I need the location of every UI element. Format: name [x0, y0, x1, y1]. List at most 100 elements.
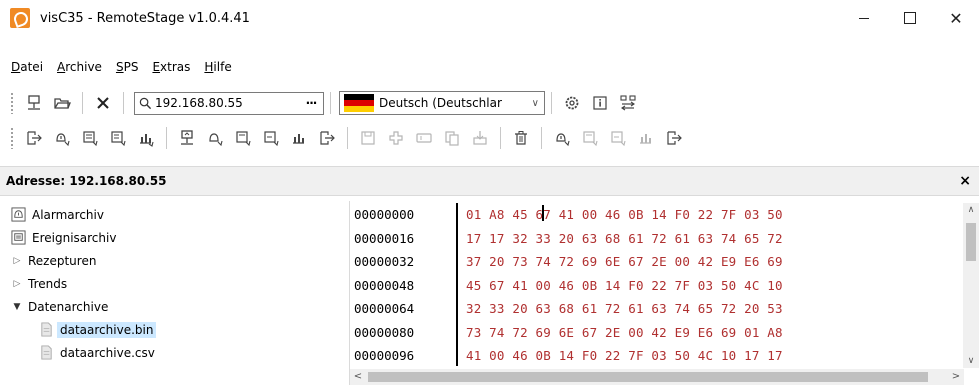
- toolbar-separator: [551, 92, 552, 114]
- tree-item-dataarchive-csv[interactable]: dataarchive.csv: [10, 341, 350, 364]
- event-export-icon[interactable]: [578, 126, 602, 150]
- settings-gear-icon[interactable]: [560, 91, 584, 115]
- maximize-button[interactable]: [887, 0, 933, 36]
- tree-item-datenarchive[interactable]: ▼ Datenarchive: [10, 295, 350, 318]
- hex-bytes[interactable]: 01 A8 45 67 41 00 46 0B 14 F0 22 7F 03 5…: [454, 207, 783, 222]
- hex-bytes[interactable]: 45 67 41 00 46 0B 14 F0 22 7F 03 50 4C 1…: [454, 278, 783, 293]
- address-input[interactable]: [155, 96, 285, 110]
- hex-bytes[interactable]: 17 17 32 33 20 63 68 61 72 61 63 74 65 7…: [454, 231, 783, 246]
- hex-row: 00000032 37 20 73 74 72 69 6E 67 2E 00 42…: [350, 250, 966, 274]
- export-all-icon[interactable]: [315, 126, 339, 150]
- alarm-download-icon[interactable]: [50, 126, 74, 150]
- scroll-left-icon[interactable]: <: [350, 369, 366, 385]
- toolbar-separator: [347, 127, 348, 149]
- title-bar[interactable]: visC35 - RemoteStage v1.0.4.41 ✕: [0, 0, 979, 36]
- alarm-upload-icon[interactable]: [203, 126, 227, 150]
- toolbar-grip[interactable]: [10, 127, 14, 149]
- tree-item-alarmarchiv[interactable]: Alarmarchiv: [10, 203, 350, 226]
- hex-row: 00000064 32 33 20 63 68 61 72 61 63 74 65…: [350, 297, 966, 321]
- tree-item-trends[interactable]: ▷ Trends: [10, 272, 350, 295]
- menu-sps[interactable]: SPS: [109, 60, 145, 74]
- archive-toolbar: [0, 122, 688, 154]
- menu-archive[interactable]: Archive: [50, 60, 109, 74]
- address-field[interactable]: ···: [134, 91, 324, 115]
- hex-row: 00000096 41 00 46 0B 14 F0 22 7F 03 50 4C…: [350, 344, 966, 368]
- trend-upload-icon[interactable]: [287, 126, 311, 150]
- tree-item-dataarchive-bin[interactable]: dataarchive.bin: [10, 318, 350, 341]
- close-button[interactable]: ✕: [933, 0, 979, 36]
- expand-arrow-icon[interactable]: ▷: [10, 279, 24, 289]
- file-icon: [38, 322, 54, 338]
- event-download-icon[interactable]: [78, 126, 102, 150]
- chevron-down-icon: ∨: [531, 97, 539, 109]
- alarm-archive-icon: [10, 207, 26, 223]
- scroll-up-icon[interactable]: ∧: [963, 205, 979, 215]
- hex-bytes[interactable]: 37 20 73 74 72 69 6E 67 2E 00 42 E9 E6 6…: [454, 254, 783, 269]
- hex-viewer[interactable]: 00000000 01 A8 45 67 41 00 46 0B 14 F0 22…: [349, 201, 979, 385]
- language-dropdown[interactable]: Deutsch (Deutschlar ∨: [339, 91, 545, 115]
- hex-row: 00000048 45 67 41 00 46 0B 14 F0 22 7F 03…: [350, 274, 966, 298]
- minimize-button[interactable]: [841, 0, 887, 36]
- event-upload-icon[interactable]: [231, 126, 255, 150]
- toolbar-grip[interactable]: [10, 92, 14, 114]
- hex-row: 00000000 01 A8 45 67 41 00 46 0B 14 F0 22…: [350, 203, 966, 227]
- scroll-down-icon[interactable]: ∨: [963, 356, 979, 366]
- recipe-download-icon[interactable]: [106, 126, 130, 150]
- close-panel-button[interactable]: ×: [959, 173, 971, 189]
- alarm-export-icon[interactable]: [550, 126, 574, 150]
- main-toolbar: ··· Deutsch (Deutschlar ∨: [0, 87, 642, 119]
- vertical-scroll-thumb[interactable]: [966, 223, 976, 261]
- hex-offset: 00000064: [354, 301, 415, 317]
- recipe-upload-icon[interactable]: [259, 126, 283, 150]
- toolbar-separator: [82, 92, 83, 114]
- add-icon[interactable]: [384, 126, 408, 150]
- hex-offset: 00000096: [354, 348, 415, 364]
- open-folder-icon[interactable]: [50, 91, 74, 115]
- language-value: Deutsch (Deutschlar: [379, 96, 502, 110]
- search-icon: [135, 97, 155, 110]
- toolbar-separator: [123, 92, 124, 114]
- menu-datei[interactable]: Datei: [4, 60, 50, 74]
- export-icon[interactable]: [22, 126, 46, 150]
- hex-offset: 00000000: [354, 207, 415, 223]
- hex-offset: 00000080: [354, 324, 415, 340]
- menu-bar: Datei Archive SPS Extras Hilfe: [0, 56, 979, 78]
- save-icon[interactable]: [356, 126, 380, 150]
- window-title: visC35 - RemoteStage v1.0.4.41: [40, 10, 250, 26]
- text-caret: [542, 205, 544, 221]
- file-icon: [38, 345, 54, 361]
- hex-bytes[interactable]: 32 33 20 63 68 61 72 61 63 74 65 72 20 5…: [454, 301, 783, 316]
- menu-hilfe[interactable]: Hilfe: [197, 60, 238, 74]
- network-transfer-icon[interactable]: [616, 91, 640, 115]
- scroll-right-icon[interactable]: >: [948, 369, 964, 385]
- recipe-export-icon[interactable]: [606, 126, 630, 150]
- tree-item-rezepturen[interactable]: ▷ Rezepturen: [10, 249, 350, 272]
- export-archive-icon[interactable]: [662, 126, 686, 150]
- hex-offset: 00000016: [354, 230, 415, 246]
- copy-icon[interactable]: [440, 126, 464, 150]
- vertical-scrollbar[interactable]: ∧ ∨: [963, 203, 979, 368]
- horizontal-scrollbar[interactable]: < >: [350, 369, 964, 385]
- info-icon[interactable]: [588, 91, 612, 115]
- rename-icon[interactable]: [412, 126, 436, 150]
- download-to-device-icon[interactable]: [468, 126, 492, 150]
- tree-item-ereignisarchiv[interactable]: Ereignisarchiv: [10, 226, 350, 249]
- hex-bytes[interactable]: 41 00 46 0B 14 F0 22 7F 03 50 4C 10 17 1…: [454, 348, 783, 363]
- hex-bytes[interactable]: 73 74 72 69 6E 67 2E 00 42 E9 E6 69 01 A…: [454, 325, 783, 340]
- trend-download-icon[interactable]: [134, 126, 158, 150]
- delete-trash-icon[interactable]: [509, 126, 533, 150]
- horizontal-scroll-thumb[interactable]: [368, 372, 928, 382]
- collapse-arrow-icon[interactable]: ▼: [10, 302, 24, 312]
- archive-tree: Alarmarchiv Ereignisarchiv ▷ Rezepturen …: [10, 203, 350, 383]
- browse-button[interactable]: ···: [299, 96, 323, 110]
- menu-extras[interactable]: Extras: [145, 60, 197, 74]
- toolbar-separator: [500, 127, 501, 149]
- disconnect-x-icon[interactable]: [91, 91, 115, 115]
- upload-device-icon[interactable]: [175, 126, 199, 150]
- hex-column-divider: [456, 203, 458, 366]
- connect-device-icon[interactable]: [22, 91, 46, 115]
- expand-arrow-icon[interactable]: ▷: [10, 256, 24, 266]
- hex-offset: 00000032: [354, 254, 415, 270]
- toolbar-separator: [541, 127, 542, 149]
- trend-export-icon[interactable]: [634, 126, 658, 150]
